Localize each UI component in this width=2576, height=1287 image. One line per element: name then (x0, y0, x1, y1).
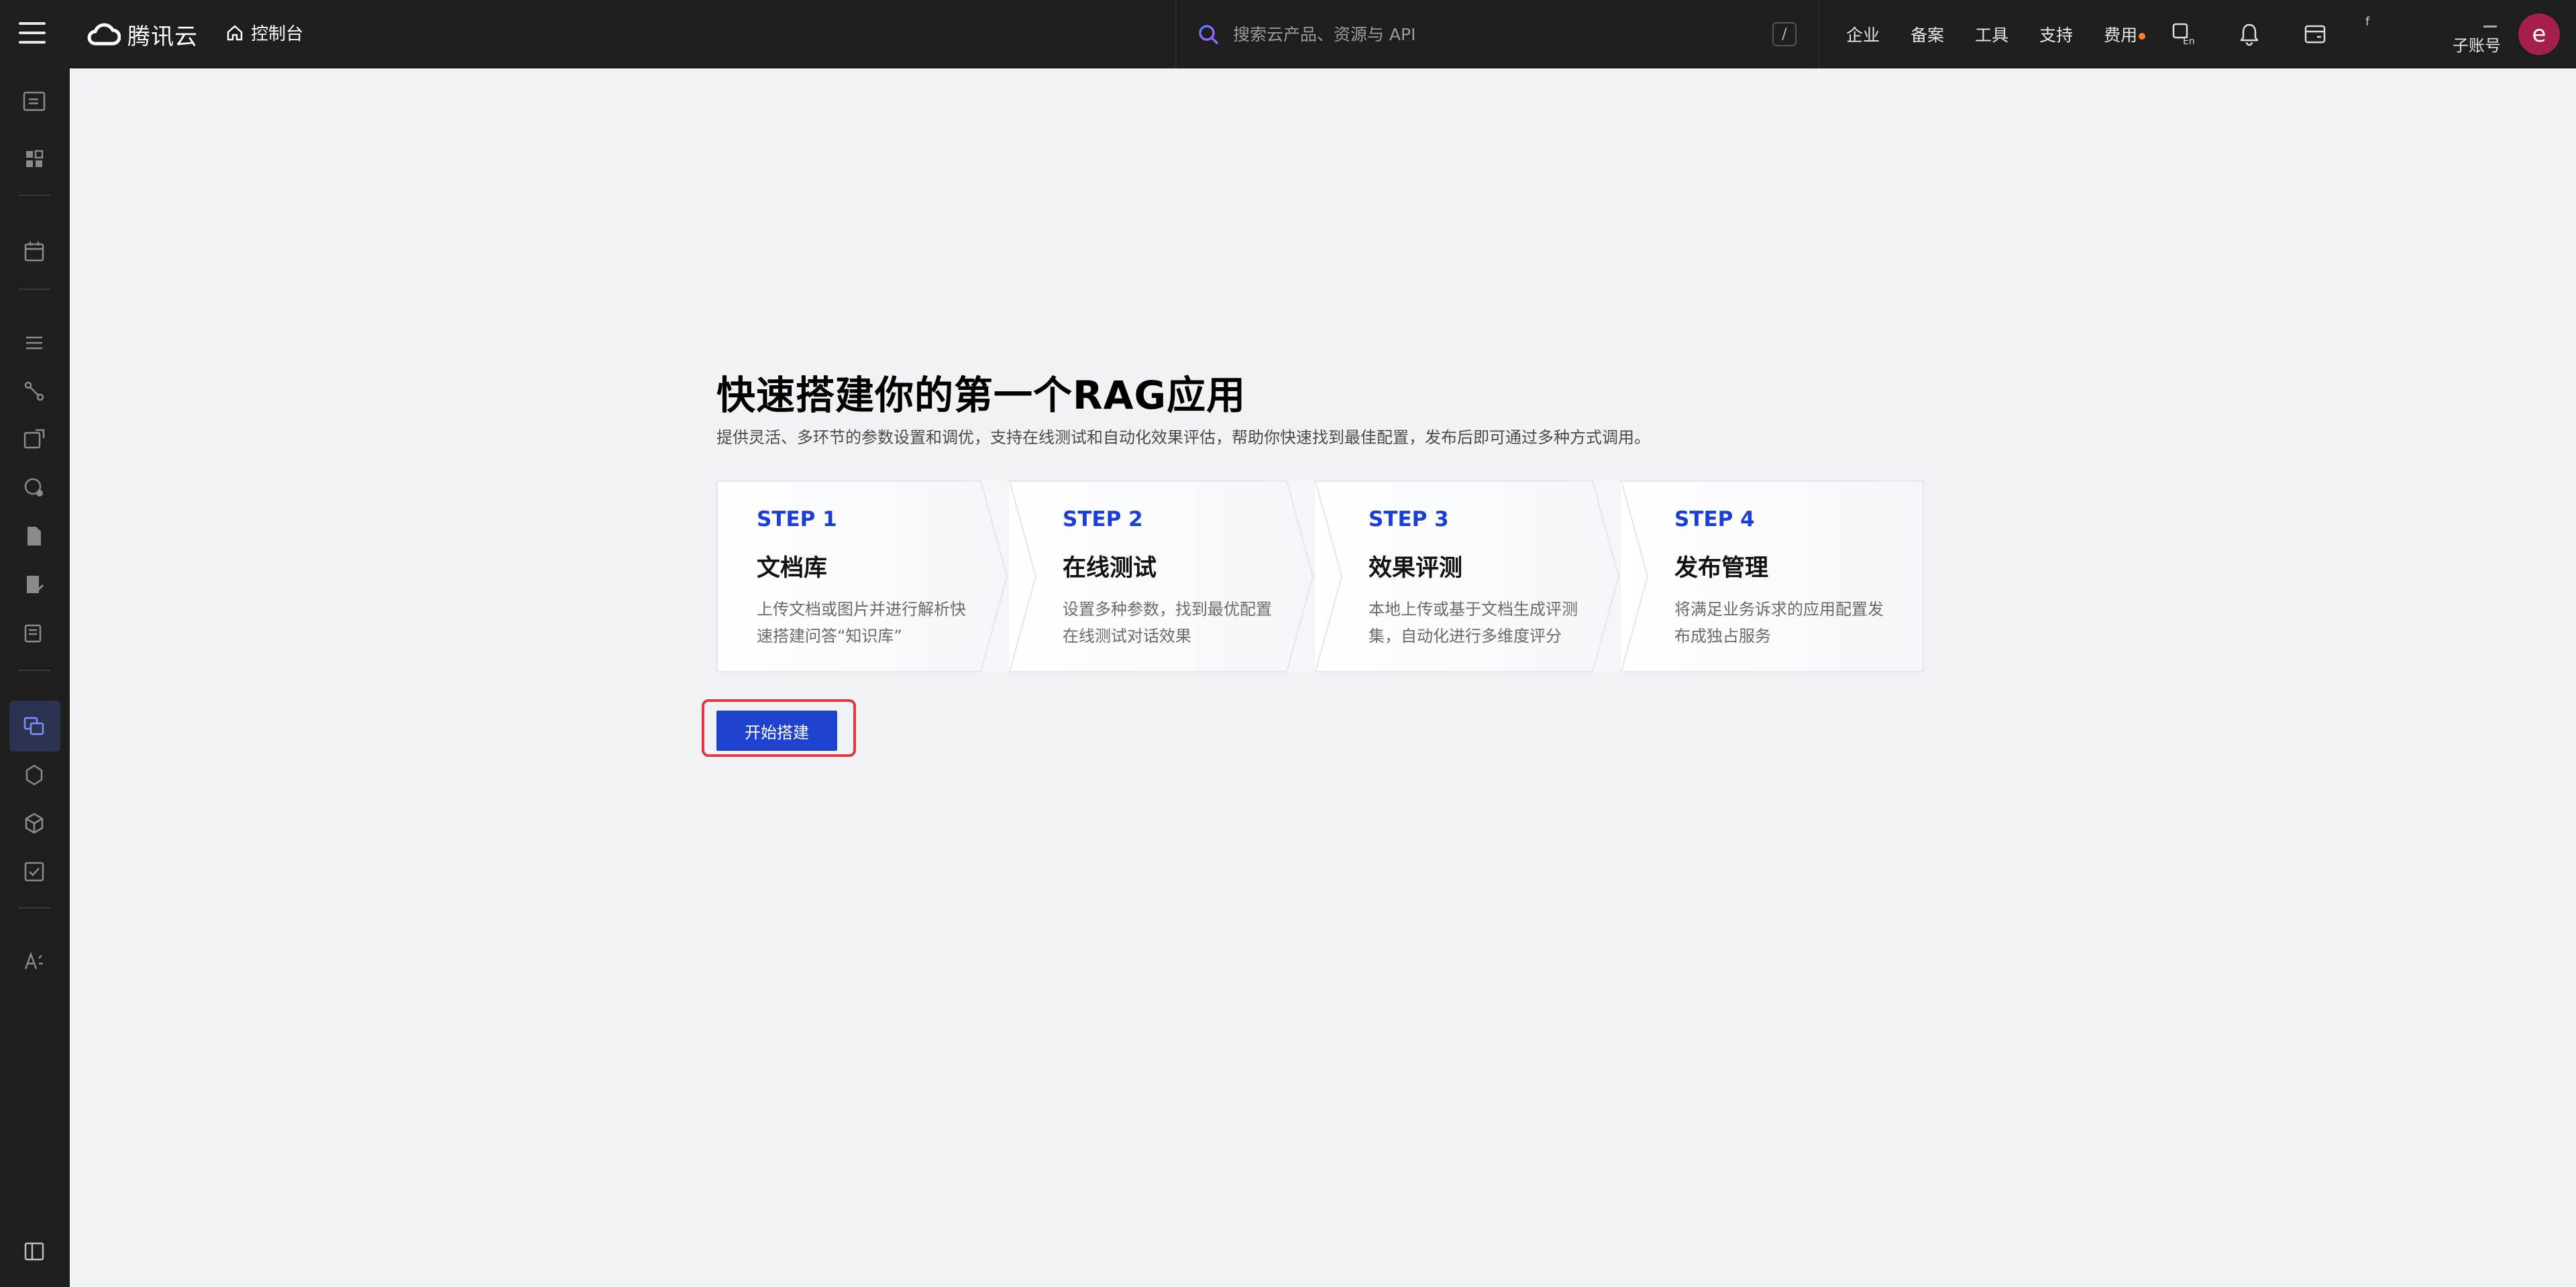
step-title: 效果评测 (1368, 555, 1463, 582)
bell-icon[interactable] (2237, 21, 2262, 47)
step-card-3: STEP 3 效果评测 本地上传或基于文档生成评测集，自动化进行多维度评分 (1315, 480, 1619, 672)
page-description: 提供灵活、多环节的参数设置和调优，支持在线测试和自动化效果评估，帮助你快速找到最… (716, 428, 1650, 447)
nav-link-enterprise[interactable]: 企业 (1846, 22, 1880, 46)
sidebar-collapse-icon[interactable] (21, 1239, 47, 1264)
home-icon (227, 25, 243, 40)
nav-link-tools[interactable]: 工具 (1975, 22, 2008, 46)
rag-app-icon[interactable] (21, 713, 47, 739)
step-description: 上传文档或图片并进行解析快速搭建问答“知识库” (757, 600, 966, 646)
subaccount-label[interactable]: 子账号 (2453, 32, 2501, 56)
step-description: 本地上传或基于文档生成评测集，自动化进行多维度评分 (1368, 600, 1578, 646)
ai-text-icon[interactable] (21, 949, 47, 974)
globe-settings-icon[interactable] (21, 475, 47, 501)
step-card-2: STEP 2 在线测试 设置多种参数，找到最优配置在线测试对话效果 (1009, 480, 1313, 672)
main-content: 快速搭建你的第一个RAG应用 提供灵活、多环节的参数设置和调优，支持在线测试和自… (70, 68, 2576, 1287)
search-input[interactable] (1233, 24, 1743, 44)
step-label: STEP 4 (1674, 507, 1755, 531)
tencent-cloud-logo[interactable]: 腾讯云 (86, 17, 198, 51)
cloud-logo-icon (87, 23, 121, 46)
checklist-icon[interactable] (21, 859, 47, 884)
console-label: 控制台 (251, 24, 304, 44)
topbar-links: 企业 备案 工具 支持 费用 (1846, 0, 2146, 68)
console-link[interactable]: 控制台 (225, 20, 303, 45)
puzzle-icon[interactable] (21, 762, 47, 788)
brand-name: 腾讯云 (127, 23, 198, 50)
billing-label: 费用 (2104, 25, 2138, 45)
step-title: 发布管理 (1674, 555, 1769, 582)
cube-icon[interactable] (21, 811, 47, 836)
step-card-1: STEP 1 文档库 上传文档或图片并进行解析快速搭建问答“知识库” (716, 480, 1008, 672)
start-button-highlight: 开始搭建 (702, 699, 856, 757)
overview-icon[interactable] (21, 89, 47, 114)
start-build-button[interactable]: 开始搭建 (716, 711, 837, 751)
user-name-underline (2483, 25, 2497, 28)
nav-link-billing[interactable]: 费用 (2104, 22, 2146, 46)
language-switch-icon[interactable]: En (2171, 21, 2196, 47)
search-icon (1199, 25, 1218, 44)
order-icon[interactable] (2302, 21, 2328, 47)
left-sidebar (0, 68, 70, 1287)
document-icon[interactable] (21, 523, 47, 549)
top-navigation-bar: 腾讯云 控制台 / 企业 备案 工具 支持 费用 En f 子账号 (0, 0, 2576, 68)
sidebar-divider (19, 907, 51, 909)
step-title: 文档库 (757, 555, 828, 582)
user-avatar[interactable]: e (2518, 13, 2560, 55)
svg-text:En: En (2183, 36, 2195, 47)
step-label: STEP 1 (757, 507, 837, 531)
sidebar-divider (19, 670, 51, 671)
sidebar-divider (19, 289, 51, 290)
workflow-icon[interactable] (21, 378, 47, 404)
dashboard-grid-icon[interactable] (21, 146, 47, 172)
nav-link-filing[interactable]: 备案 (1911, 22, 1944, 46)
step-description: 将满足业务诉求的应用配置发布成独占服务 (1674, 600, 1884, 646)
user-name-fragment[interactable]: f (2365, 15, 2369, 29)
library-icon[interactable] (21, 620, 47, 646)
step-label: STEP 3 (1368, 507, 1449, 531)
step-label: STEP 2 (1063, 507, 1143, 531)
search-shortcut-key: / (1772, 22, 1796, 46)
calendar-icon[interactable] (21, 239, 47, 264)
billing-notification-dot (2139, 33, 2146, 40)
global-search: / (1175, 0, 1819, 68)
hamburger-icon[interactable] (19, 22, 46, 44)
step-description: 设置多种参数，找到最优配置在线测试对话效果 (1063, 600, 1272, 646)
nav-link-support[interactable]: 支持 (2039, 22, 2073, 46)
page-title: 快速搭建你的第一个RAG应用 (716, 372, 1246, 418)
step-card-4: STEP 4 发布管理 将满足业务诉求的应用配置发布成独占服务 (1621, 480, 1924, 672)
edit-document-icon[interactable] (21, 572, 47, 597)
step-title: 在线测试 (1063, 555, 1157, 582)
list-icon[interactable] (21, 330, 47, 356)
image-edit-icon[interactable] (21, 427, 47, 452)
sidebar-divider (19, 195, 51, 196)
